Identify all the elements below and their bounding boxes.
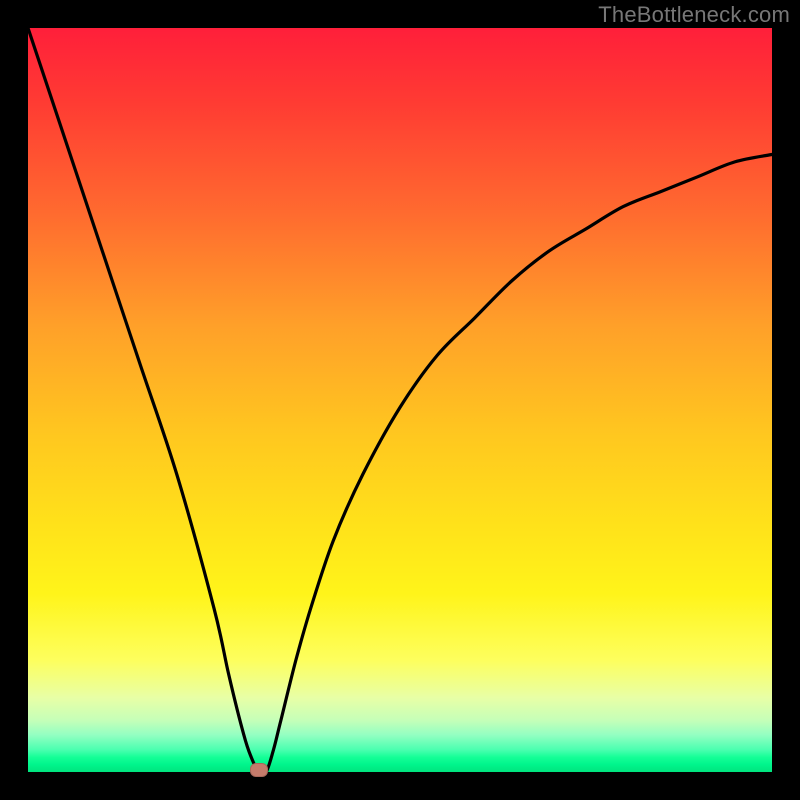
- curve-overlay: [28, 28, 772, 772]
- data-marker: [250, 763, 268, 777]
- chart-frame: TheBottleneck.com: [0, 0, 800, 800]
- attribution-text: TheBottleneck.com: [598, 2, 790, 28]
- bottleneck-curve: [28, 28, 772, 774]
